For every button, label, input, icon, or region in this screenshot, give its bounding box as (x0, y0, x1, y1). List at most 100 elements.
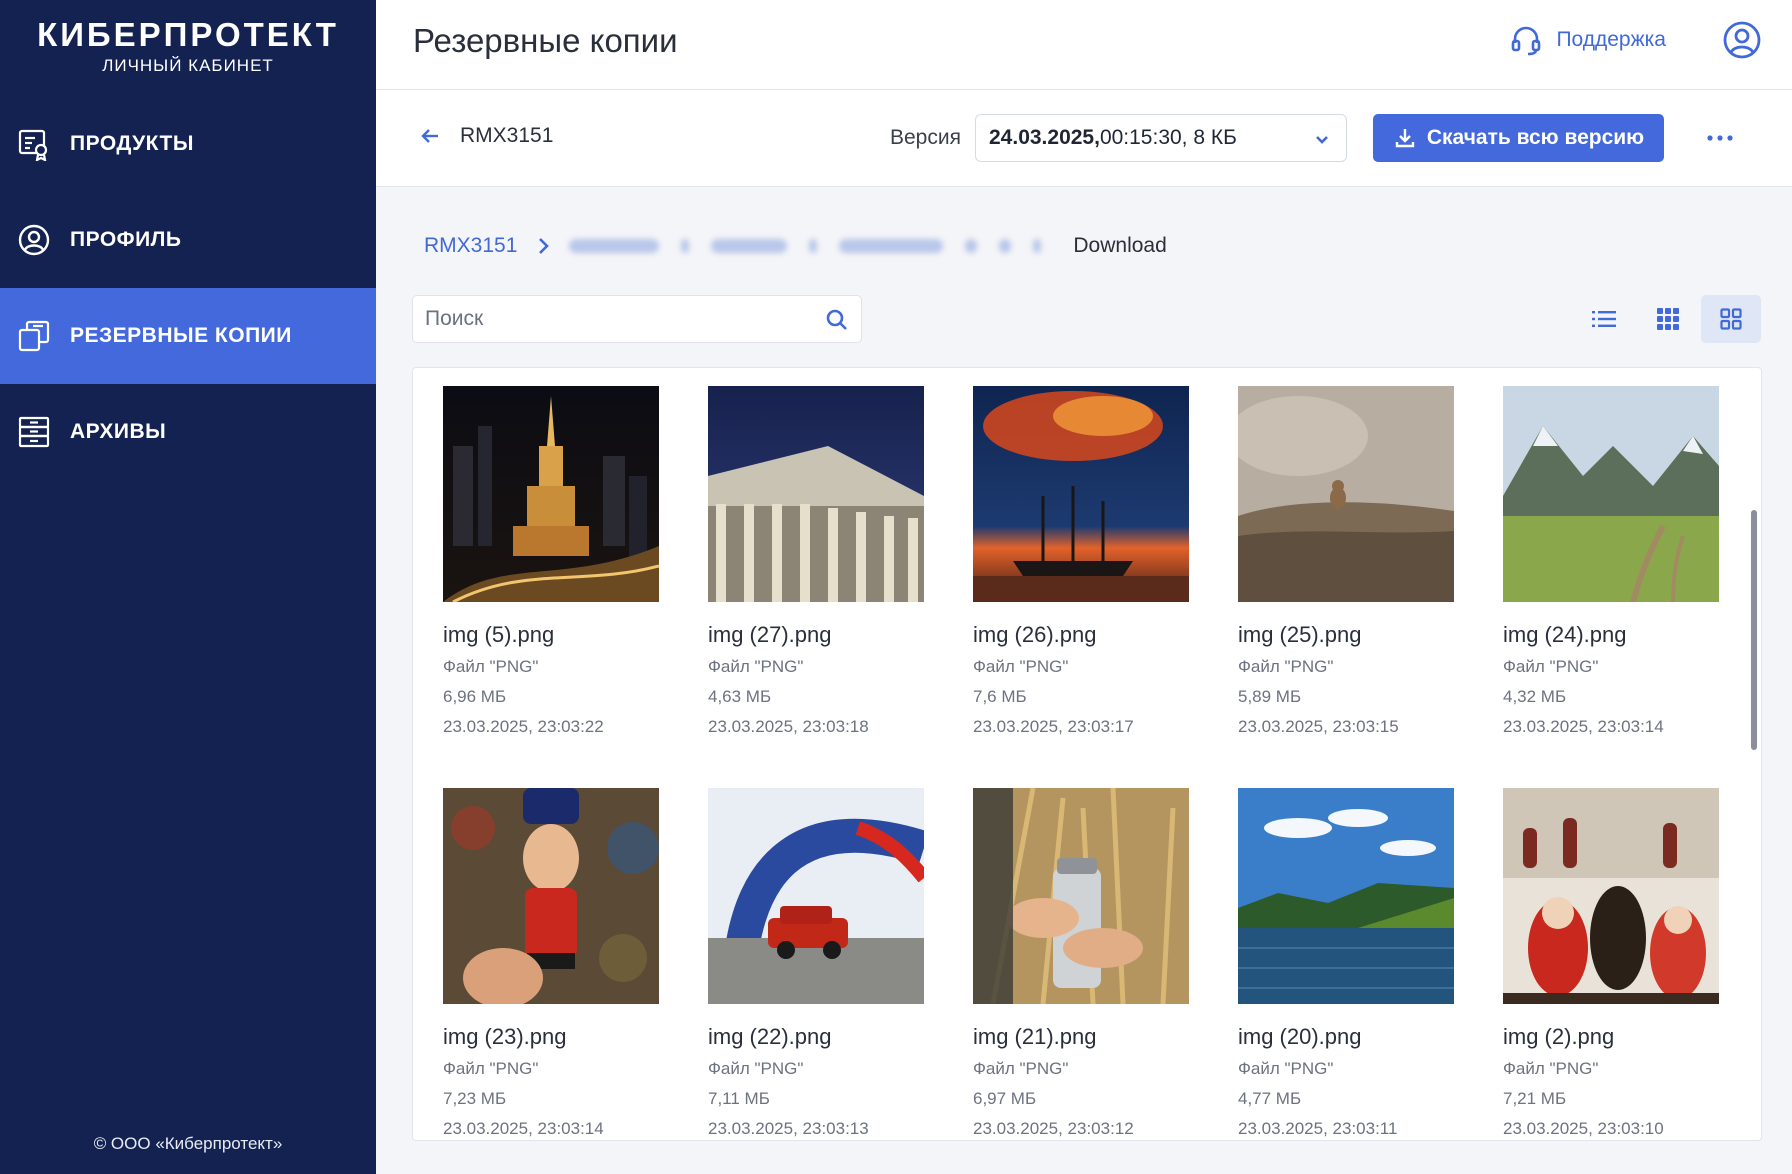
thumbnail-cathedral-image (708, 386, 924, 602)
file-name[interactable]: img (5).png (443, 622, 659, 648)
file-thumbnail[interactable] (443, 788, 659, 1004)
file-card[interactable]: img (23).png Файл "PNG" 7,23 МБ 23.03.20… (443, 788, 659, 1140)
account-icon[interactable] (1722, 20, 1762, 60)
thumbnail-gopher-image (1238, 386, 1454, 602)
brand-logo[interactable]: КИБЕРПРОТЕКТ ЛИЧНЫЙ КАБИНЕТ (0, 0, 376, 96)
file-card[interactable]: img (25).png Файл "PNG" 5,89 МБ 23.03.20… (1238, 386, 1454, 738)
nav-label-profile: ПРОФИЛЬ (70, 228, 182, 251)
file-name[interactable]: img (24).png (1503, 622, 1719, 648)
file-thumbnail[interactable] (1503, 788, 1719, 1004)
back-arrow-icon[interactable] (418, 124, 442, 148)
file-card[interactable]: img (20).png Файл "PNG" 4,77 МБ 23.03.20… (1238, 788, 1454, 1140)
breadcrumb: RMX3151 Download (424, 234, 1167, 258)
breadcrumb-hidden-segment[interactable] (965, 239, 978, 253)
file-name[interactable]: img (22).png (708, 1024, 924, 1050)
nav-item-backups[interactable]: РЕЗЕРВНЫЕ КОПИИ (0, 288, 376, 384)
file-card[interactable]: img (26).png Файл "PNG" 7,6 МБ 23.03.202… (973, 386, 1189, 738)
file-card[interactable]: img (24).png Файл "PNG" 4,32 МБ 23.03.20… (1503, 386, 1719, 738)
device-name: RMX3151 (460, 124, 554, 147)
file-type: Файл "PNG" (1503, 657, 1599, 676)
thumbnail-fireworks-ship-image (973, 386, 1189, 602)
file-date: 23.03.2025, 23:03:22 (443, 717, 604, 736)
large-grid-view-button[interactable] (1701, 295, 1761, 343)
list-view-button[interactable] (1574, 295, 1634, 343)
nav-label-backups: РЕЗЕРВНЫЕ КОПИИ (70, 324, 292, 347)
file-type: Файл "PNG" (443, 657, 539, 676)
breadcrumb-hidden-segment[interactable] (839, 239, 944, 253)
file-thumbnail[interactable] (1238, 386, 1454, 602)
file-card[interactable]: img (21).png Файл "PNG" 6,97 МБ 23.03.20… (973, 788, 1189, 1140)
file-card[interactable]: img (5).png Файл "PNG" 6,96 МБ 23.03.202… (443, 386, 659, 738)
more-options-icon[interactable] (1704, 124, 1736, 152)
breadcrumb-hidden-segment[interactable] (1033, 239, 1042, 253)
file-date: 23.03.2025, 23:03:11 (1238, 1119, 1398, 1138)
thumbnail-nutcracker-image (443, 788, 659, 1004)
file-name[interactable]: img (2).png (1503, 1024, 1719, 1050)
search-icon[interactable] (825, 308, 849, 332)
small-grid-view-button[interactable] (1638, 295, 1698, 343)
small-grid-icon (1657, 308, 1679, 330)
file-thumbnail[interactable] (443, 386, 659, 602)
file-date: 23.03.2025, 23:03:15 (1238, 717, 1399, 736)
headset-icon (1512, 26, 1541, 56)
file-size: 7,6 МБ (973, 687, 1027, 706)
file-type: Файл "PNG" (1503, 1059, 1599, 1078)
file-thumbnail[interactable] (708, 788, 924, 1004)
file-date: 23.03.2025, 23:03:12 (973, 1119, 1134, 1138)
scrollbar[interactable] (1751, 510, 1757, 750)
thumbnail-night-city-image (443, 386, 659, 602)
file-date: 23.03.2025, 23:03:10 (1503, 1119, 1664, 1138)
file-card[interactable]: img (2).png Файл "PNG" 7,21 МБ 23.03.202… (1503, 788, 1719, 1140)
file-name[interactable]: img (26).png (973, 622, 1189, 648)
breadcrumb-hidden-segment[interactable] (809, 239, 818, 253)
breadcrumb-hidden-segment[interactable] (569, 239, 660, 253)
file-type: Файл "PNG" (708, 657, 804, 676)
download-version-button[interactable]: Скачать всю версию (1373, 114, 1664, 162)
file-name[interactable]: img (21).png (973, 1024, 1189, 1050)
file-card[interactable]: img (27).png Файл "PNG" 4,63 МБ 23.03.20… (708, 386, 924, 738)
support-label: Поддержка (1556, 28, 1666, 51)
support-link[interactable]: Поддержка (1510, 24, 1666, 56)
large-grid-icon (1720, 308, 1742, 330)
version-select[interactable]: 24.03.2025, 00:15:30, 8 КБ (975, 114, 1347, 162)
file-size: 7,21 МБ (1503, 1089, 1567, 1108)
file-type: Файл "PNG" (443, 1059, 539, 1078)
nav-item-products[interactable]: ПРОДУКТЫ (0, 96, 376, 192)
file-size: 4,32 МБ (1503, 687, 1567, 706)
file-thumbnail[interactable] (973, 788, 1189, 1004)
breadcrumb-hidden-segment[interactable] (711, 239, 788, 253)
products-icon (16, 126, 52, 162)
file-type: Файл "PNG" (1238, 657, 1334, 676)
nav-item-profile[interactable]: ПРОФИЛЬ (0, 192, 376, 288)
file-date: 23.03.2025, 23:03:18 (708, 717, 869, 736)
nav-label-products: ПРОДУКТЫ (70, 132, 194, 155)
file-thumbnail[interactable] (708, 386, 924, 602)
brand-subtitle: ЛИЧНЫЙ КАБИНЕТ (102, 56, 274, 75)
file-size: 7,23 МБ (443, 1089, 507, 1108)
file-name[interactable]: img (25).png (1238, 622, 1454, 648)
file-date: 23.03.2025, 23:03:17 (973, 717, 1134, 736)
archives-icon (16, 414, 52, 450)
breadcrumb-hidden-segment[interactable] (999, 239, 1012, 253)
file-card[interactable]: img (22).png Файл "PNG" 7,11 МБ 23.03.20… (708, 788, 924, 1140)
main-nav: ПРОДУКТЫ ПРОФИЛЬ РЕЗЕРВНЫЕ КОПИИ АРХИВЫ (0, 96, 376, 480)
list-view-icon (1592, 311, 1616, 327)
breadcrumb-hidden-segment[interactable] (681, 239, 690, 253)
file-thumbnail[interactable] (973, 386, 1189, 602)
page-title: Резервные копии (413, 22, 678, 59)
breadcrumb-root[interactable]: RMX3151 (424, 234, 517, 258)
nav-label-archives: АРХИВЫ (70, 420, 167, 443)
file-size: 7,11 МБ (708, 1089, 770, 1108)
download-icon (1395, 129, 1415, 148)
search-input[interactable] (413, 296, 803, 342)
file-name[interactable]: img (20).png (1238, 1024, 1454, 1050)
file-thumbnail[interactable] (1503, 386, 1719, 602)
file-thumbnail[interactable] (1238, 788, 1454, 1004)
nav-item-archives[interactable]: АРХИВЫ (0, 384, 376, 480)
file-date: 23.03.2025, 23:03:14 (443, 1119, 604, 1138)
file-name[interactable]: img (27).png (708, 622, 924, 648)
profile-icon (16, 222, 52, 258)
thumbnail-rally-car-image (708, 788, 924, 1004)
file-name[interactable]: img (23).png (443, 1024, 659, 1050)
thumbnail-mountain-valley-image (1503, 386, 1719, 602)
